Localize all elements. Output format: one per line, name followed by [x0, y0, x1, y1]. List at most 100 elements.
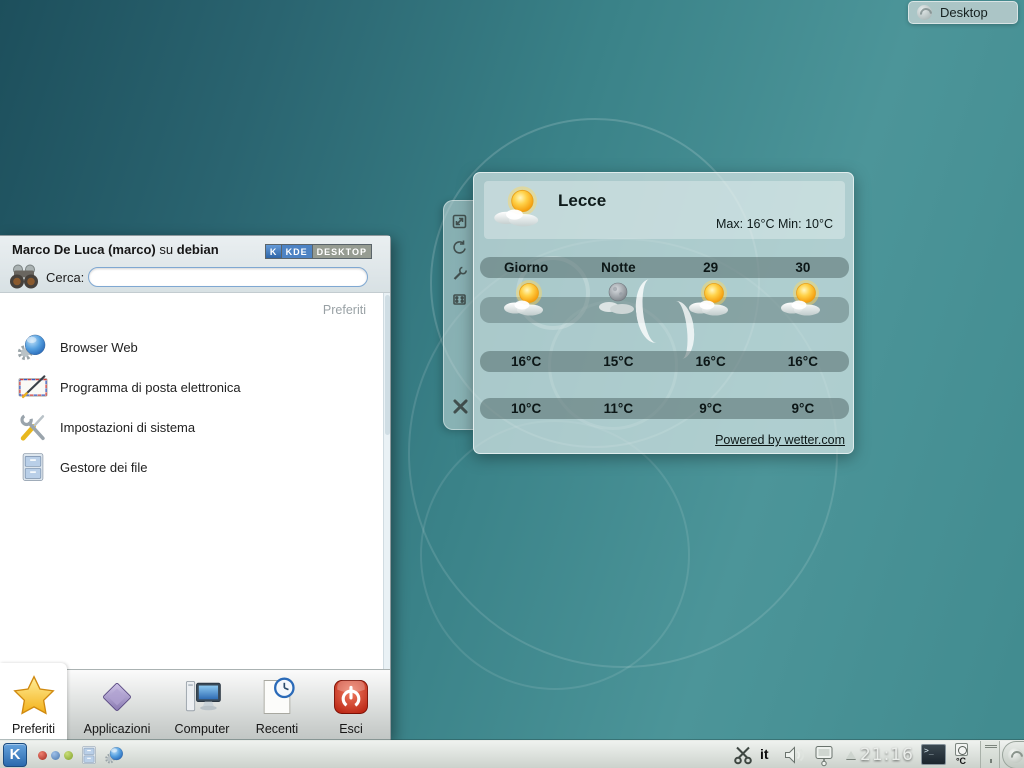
sun-cloud-icon: [757, 277, 849, 325]
tray-expander-icon[interactable]: [846, 751, 856, 759]
taskbar-panel: K it 21:16 >_ °C: [0, 740, 1024, 768]
volume-speaker-icon[interactable]: [783, 745, 805, 765]
moon-cloud-icon: [572, 277, 664, 325]
scrollbar-thumb[interactable]: [385, 295, 390, 435]
kde-desktop-badge: K KDE DESKTOP: [265, 244, 372, 259]
strip-mark: [990, 759, 992, 763]
web-browser-launcher[interactable]: [104, 744, 126, 766]
kickoff-header: Marco De Luca (marco) su debian K KDE DE…: [0, 236, 390, 293]
sun-cloud-icon: [665, 277, 757, 325]
low-temp: 9°C: [757, 401, 849, 416]
search-binoculars-icon: [8, 262, 40, 291]
weather-column-label: 30: [757, 260, 849, 275]
weather-column-label: 29: [665, 260, 757, 275]
wallpaper-swirl: [420, 420, 690, 690]
desktop: { "desktop_toolbox": { "label": "Desktop…: [0, 0, 1024, 768]
red-dot-icon[interactable]: [38, 751, 47, 760]
tab-applicazioni[interactable]: Applicazioni: [70, 670, 164, 742]
scrollbar[interactable]: [383, 293, 390, 669]
host-name: debian: [177, 242, 219, 257]
tab-computer[interactable]: Computer: [166, 670, 238, 742]
user-name: Marco De Luca (marco): [12, 242, 156, 257]
section-label: Preferiti: [323, 303, 366, 317]
weather-city: Lecce: [558, 191, 606, 211]
kickoff-menu: Marco De Luca (marco) su debian K KDE DE…: [0, 235, 391, 740]
weather-tray-glyph: [955, 743, 968, 756]
favorite-item-system-settings[interactable]: Impostazioni di sistema: [0, 407, 380, 447]
terminal-prompt: >_: [924, 746, 934, 755]
weather-columns-row: Giorno Notte 29 30: [480, 257, 849, 278]
maximize-icon[interactable]: [451, 291, 468, 308]
star-icon: [11, 673, 57, 717]
desktop-toolbox-label: Desktop: [940, 5, 988, 20]
tab-recenti[interactable]: Recenti: [240, 670, 314, 742]
cashew-icon: [917, 5, 932, 20]
panel-toolbox[interactable]: [1002, 741, 1024, 768]
resize-icon[interactable]: [451, 213, 468, 230]
strip-mark: [985, 745, 997, 746]
system-settings-tools-icon: [16, 410, 50, 444]
file-manager-launcher[interactable]: [78, 744, 100, 766]
tab-label: Applicazioni: [70, 722, 164, 736]
kickoff-favorites-view: Preferiti Browser Web Programma di posta…: [0, 293, 390, 669]
collapsed-widget-strip[interactable]: [980, 741, 1000, 768]
applications-diamond-icon: [95, 675, 139, 719]
tab-label: Preferiti: [0, 722, 67, 736]
digital-clock[interactable]: 21:16: [860, 745, 918, 765]
weather-column-label: Notte: [572, 260, 664, 275]
favorite-item-file-manager[interactable]: Gestore dei file: [0, 447, 380, 487]
favorite-item-label: Programma di posta elettronica: [60, 380, 241, 395]
blue-dot-icon[interactable]: [51, 751, 60, 760]
favorite-item-email[interactable]: Programma di posta elettronica: [0, 367, 380, 407]
weather-header: Lecce Max: 16°C Min: 10°C: [484, 181, 845, 239]
high-temp: 16°C: [480, 354, 572, 369]
high-temp: 16°C: [757, 354, 849, 369]
kde-menu-button[interactable]: K: [3, 743, 27, 767]
tab-label: Recenti: [240, 722, 314, 736]
weather-high-temps-row: 16°C 15°C 16°C 16°C: [480, 351, 849, 372]
weather-credit-link[interactable]: Powered by wetter.com: [715, 433, 845, 447]
favorite-item-label: Gestore dei file: [60, 460, 147, 475]
clipboard-scissors-icon[interactable]: [733, 745, 753, 765]
computer-icon: [180, 675, 224, 719]
badge-desktop-label: DESKTOP: [313, 245, 371, 258]
weather-max-min: Max: 16°C Min: 10°C: [716, 217, 833, 231]
rotate-icon[interactable]: [451, 239, 468, 256]
weather-low-temps-row: 10°C 11°C 9°C 9°C: [480, 398, 849, 419]
email-envelope-pen-icon: [16, 370, 50, 404]
favorite-item-browser-web[interactable]: Browser Web: [0, 327, 380, 367]
green-dot-icon[interactable]: [64, 751, 73, 760]
terminal-icon[interactable]: >_: [921, 744, 946, 765]
favorite-item-label: Browser Web: [60, 340, 138, 355]
search-label: Cerca:: [46, 270, 84, 285]
user-connector: su: [159, 242, 173, 257]
weather-widget: Lecce Max: 16°C Min: 10°C Giorno Notte 2…: [473, 172, 854, 454]
strip-mark: [985, 747, 997, 748]
high-temp: 15°C: [572, 354, 664, 369]
configure-wrench-icon[interactable]: [451, 265, 468, 282]
power-logout-icon: [329, 675, 373, 719]
tab-label: Computer: [166, 722, 238, 736]
tab-esci[interactable]: Esci: [316, 670, 386, 742]
close-icon[interactable]: [451, 397, 468, 414]
badge-kde-label: KDE: [282, 245, 312, 258]
search-input[interactable]: [88, 267, 368, 287]
recent-documents-clock-icon: [255, 675, 299, 719]
keyboard-layout-indicator[interactable]: it: [760, 746, 769, 762]
weather-tray-unit: °C: [950, 756, 972, 766]
low-temp: 10°C: [480, 401, 572, 416]
favorite-item-label: Impostazioni di sistema: [60, 420, 195, 435]
desktop-toolbox[interactable]: Desktop: [908, 1, 1018, 24]
low-temp: 11°C: [572, 401, 664, 416]
file-manager-cabinet-icon: [16, 450, 50, 484]
widget-handle[interactable]: [443, 200, 474, 430]
network-monitor-icon[interactable]: [812, 744, 836, 767]
tab-preferiti[interactable]: Preferiti: [0, 663, 67, 742]
high-temp: 16°C: [665, 354, 757, 369]
cashew-icon: [1008, 748, 1023, 763]
sun-cloud-icon: [492, 183, 546, 237]
web-browser-globe-gear-icon: [16, 330, 50, 364]
weather-tray-icon[interactable]: °C: [950, 742, 972, 766]
kickoff-tab-bar: Preferiti Applicazioni Computer Recenti …: [0, 669, 390, 741]
low-temp: 9°C: [665, 401, 757, 416]
